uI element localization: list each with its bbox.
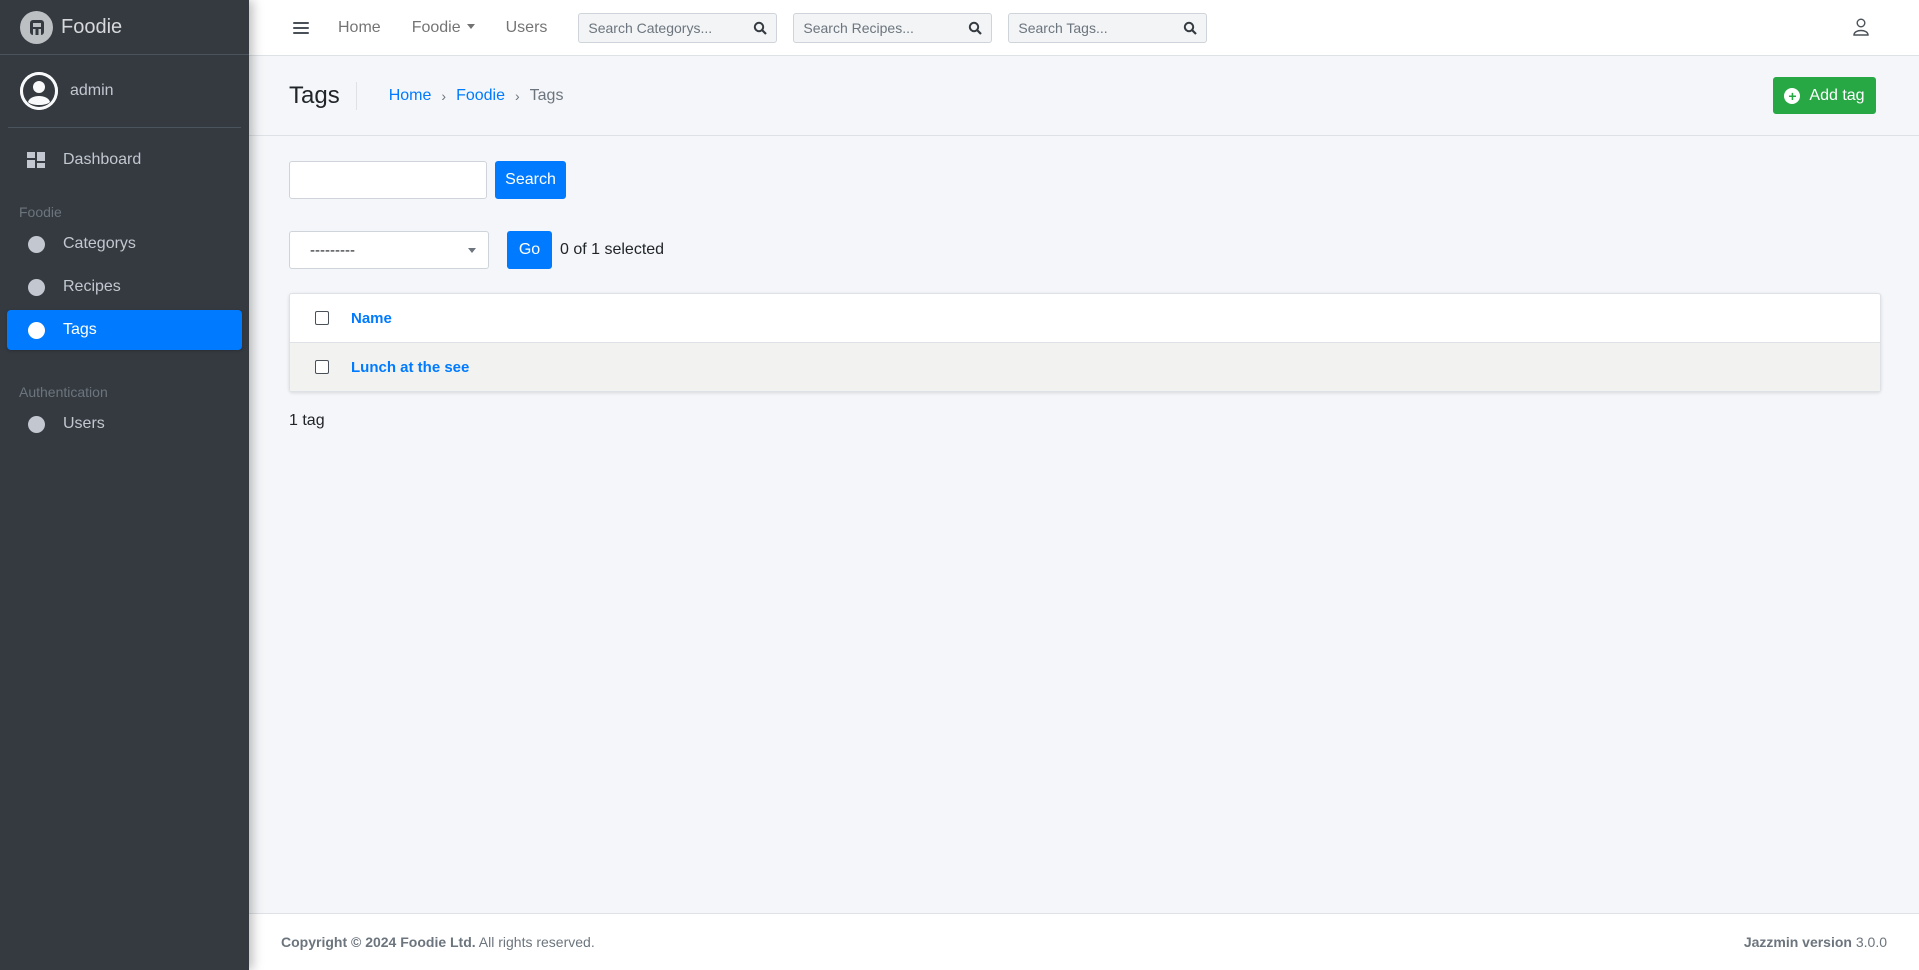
table-header-row: Name — [290, 294, 1880, 343]
nav-dropdown-foodie[interactable]: Foodie — [412, 19, 475, 37]
breadcrumb-foodie[interactable]: Foodie — [456, 87, 505, 105]
sidebar-item-categorys[interactable]: Categorys — [7, 224, 242, 264]
user-name: admin — [70, 82, 114, 99]
breadcrumb-home[interactable]: Home — [389, 87, 432, 105]
actions-bar: --------- Go 0 of 1 selected — [289, 231, 1880, 269]
add-tag-button[interactable]: + Add tag — [1773, 77, 1876, 114]
breadcrumb-separator: › — [514, 87, 520, 104]
top-navbar: Home Foodie Users Search Categorys... Se… — [249, 0, 1919, 56]
footer-copyright-bold: Copyright © 2024 Foodie Ltd. — [281, 934, 476, 950]
search-form: Search — [289, 161, 1880, 199]
footer-version: Jazzmin version 3.0.0 — [1744, 934, 1887, 950]
action-select[interactable]: --------- — [289, 231, 489, 269]
footer-copyright-rest: All rights reserved. — [475, 934, 595, 950]
add-tag-label: Add tag — [1809, 86, 1865, 104]
go-button[interactable]: Go — [507, 231, 552, 269]
sidebar-item-label: Dashboard — [63, 151, 142, 168]
sidebar-item-users[interactable]: Users — [7, 404, 242, 444]
sidebar-nav: Dashboard Foodie Categorys Recipes Tags … — [0, 128, 249, 444]
sidebar-section-authentication: Authentication — [19, 384, 108, 400]
changelist-search-input[interactable] — [289, 161, 487, 199]
selection-counter: 0 of 1 selected — [560, 241, 665, 258]
action-select-value: --------- — [310, 241, 355, 259]
user-avatar-icon — [20, 72, 58, 110]
nav-dropdown-label: Foodie — [411, 18, 461, 36]
search-tags-input[interactable]: Search Tags... — [1008, 12, 1208, 43]
plus-circle-icon: + — [1784, 87, 1801, 104]
footer: Copyright © 2024 Foodie Ltd. All rights … — [249, 913, 1919, 970]
search-placeholder: Search Recipes... — [803, 19, 914, 36]
search-button[interactable]: Search — [495, 161, 566, 199]
circle-icon — [27, 321, 45, 339]
nav-link-home[interactable]: Home — [338, 19, 381, 37]
tag-link[interactable]: Lunch at the see — [351, 359, 469, 376]
row-checkbox[interactable] — [315, 360, 329, 374]
breadcrumb-separator: › — [441, 87, 447, 104]
user-menu-icon[interactable] — [1853, 18, 1869, 41]
user-panel[interactable]: admin — [8, 55, 241, 128]
sidebar-item-label: Categorys — [63, 235, 136, 252]
content-header: Tags Home › Foodie › Tags + Add tag — [249, 56, 1919, 136]
sidebar: Foodie admin Dashboard Foodie Categorys … — [0, 0, 249, 970]
footer-copyright: Copyright © 2024 Foodie Ltd. All rights … — [281, 934, 595, 950]
search-recipes-input[interactable]: Search Recipes... — [793, 12, 993, 43]
sidebar-item-dashboard[interactable]: Dashboard — [7, 140, 242, 180]
chevron-down-icon — [468, 247, 476, 253]
search-placeholder: Search Tags... — [1018, 19, 1108, 36]
circle-icon — [27, 278, 45, 296]
search-placeholder: Search Categorys... — [588, 19, 713, 36]
page-title: Tags — [289, 81, 357, 110]
breadcrumb: Home › Foodie › Tags — [389, 87, 564, 105]
sidebar-section-foodie: Foodie — [19, 204, 62, 220]
footer-version-value: 3.0.0 — [1851, 934, 1887, 950]
brand-logo-icon — [20, 10, 53, 44]
brand-link[interactable]: Foodie — [0, 0, 249, 55]
search-icon[interactable] — [968, 21, 983, 35]
search-icon[interactable] — [753, 21, 768, 35]
caret-down-icon — [466, 24, 475, 29]
select-all-checkbox[interactable] — [315, 311, 329, 325]
nav-link-users[interactable]: Users — [506, 19, 548, 37]
dashboard-icon — [27, 151, 45, 169]
paginator: 1 tag — [289, 412, 325, 429]
brand-name: Foodie — [61, 15, 123, 38]
main-content: Search --------- Go 0 of 1 selected Name… — [289, 136, 1881, 430]
footer-version-label: Jazzmin version — [1743, 934, 1852, 950]
circle-icon — [27, 235, 45, 253]
sidebar-item-label: Users — [63, 415, 105, 432]
search-icon[interactable] — [1183, 21, 1198, 35]
circle-icon — [27, 415, 45, 433]
sidebar-item-recipes[interactable]: Recipes — [7, 267, 242, 307]
column-header-name[interactable]: Name — [351, 310, 392, 327]
hamburger-menu-icon[interactable] — [293, 19, 309, 37]
result-list-table: Name Lunch at the see — [289, 293, 1881, 392]
sidebar-item-label: Tags — [63, 321, 97, 338]
sidebar-item-label: Recipes — [63, 278, 121, 295]
search-categorys-input[interactable]: Search Categorys... — [578, 12, 778, 43]
breadcrumb-current: Tags — [529, 86, 564, 104]
table-row: Lunch at the see — [290, 343, 1880, 391]
sidebar-item-tags[interactable]: Tags — [7, 310, 242, 350]
